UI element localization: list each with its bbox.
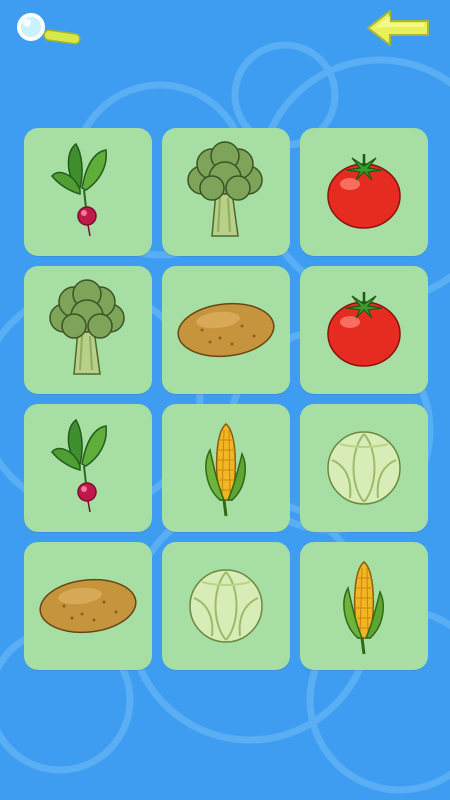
card-cabbage[interactable]: [300, 404, 428, 532]
card-grid: [24, 128, 428, 670]
potato-icon: [177, 302, 275, 358]
card-potato[interactable]: [162, 266, 290, 394]
radish-icon: [51, 142, 107, 237]
card-corn[interactable]: [162, 404, 290, 532]
back-button[interactable]: [364, 8, 432, 48]
potato-icon: [39, 578, 137, 634]
card-broccoli[interactable]: [24, 266, 152, 394]
back-arrow-icon: [367, 10, 429, 46]
cabbage-icon: [189, 569, 263, 643]
tomato-icon: [327, 292, 401, 367]
broccoli-icon: [187, 141, 263, 237]
magnifier-icon: [17, 13, 81, 45]
card-tomato[interactable]: [300, 128, 428, 256]
tomato-icon: [327, 154, 401, 229]
radish-icon: [51, 418, 107, 513]
card-radish[interactable]: [24, 404, 152, 532]
corn-icon: [205, 423, 246, 517]
broccoli-icon: [49, 279, 125, 375]
card-potato[interactable]: [24, 542, 152, 670]
magnifier-button[interactable]: [14, 12, 84, 48]
top-toolbar: [0, 0, 450, 60]
card-broccoli[interactable]: [162, 128, 290, 256]
card-radish[interactable]: [24, 128, 152, 256]
cabbage-icon: [327, 431, 401, 505]
card-corn[interactable]: [300, 542, 428, 670]
card-cabbage[interactable]: [162, 542, 290, 670]
corn-icon: [343, 561, 384, 655]
card-tomato[interactable]: [300, 266, 428, 394]
